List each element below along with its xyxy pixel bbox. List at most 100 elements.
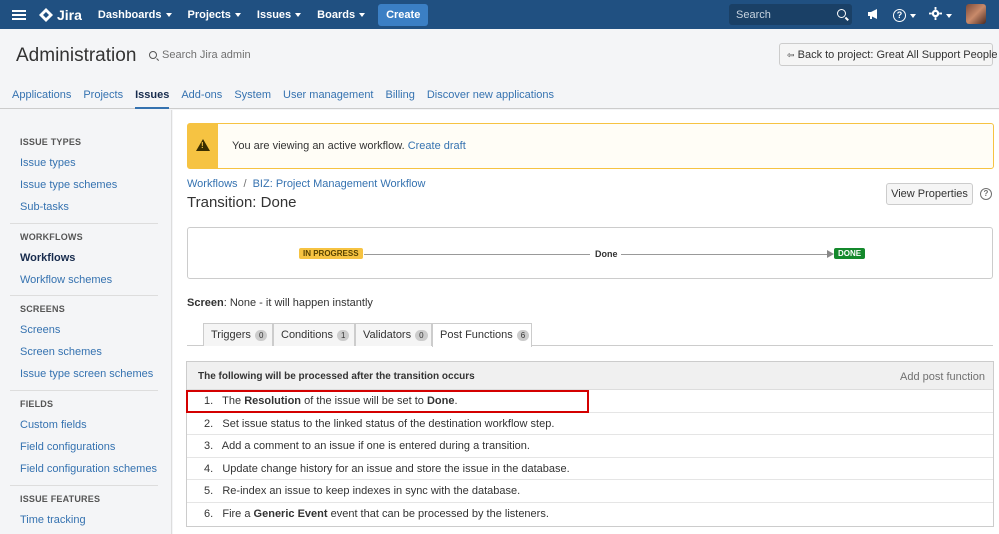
tab-add-ons[interactable]: Add-ons [181, 81, 222, 109]
row-text: of the issue will be set to [301, 395, 427, 407]
tab-issues[interactable]: Issues [135, 81, 170, 109]
transition-line [621, 254, 828, 255]
row-bold: Done [426, 395, 455, 407]
warning-icon [196, 139, 210, 151]
jira-logo[interactable]: Jira [39, 7, 82, 23]
tab-post-functions[interactable]: Post Functions 6 [432, 323, 532, 347]
nav-projects[interactable]: Projects [188, 9, 241, 21]
sidebar-item-time-tracking[interactable]: Time tracking [10, 509, 158, 531]
help-menu[interactable]: ? [893, 7, 916, 22]
transition-name: Done [593, 249, 620, 259]
tab-triggers[interactable]: Triggers 0 [203, 323, 273, 346]
sidebar-item-issue-types[interactable]: Issue types [10, 152, 158, 174]
view-properties-button[interactable]: View Properties [886, 183, 973, 205]
row-text: Update change history for an issue and s… [222, 462, 570, 475]
settings-menu[interactable] [929, 7, 952, 21]
create-draft-link[interactable]: Create draft [408, 140, 466, 152]
post-functions-header: The following will be processed after th… [187, 362, 993, 390]
global-search-input[interactable]: Search [729, 4, 852, 25]
chevron-down-icon [234, 12, 241, 17]
nav-dashboards[interactable]: Dashboards [98, 9, 172, 21]
count-badge: 0 [254, 330, 268, 341]
sidebar-item-sub-tasks[interactable]: Sub-tasks [10, 196, 158, 218]
breadcrumb-separator: / [243, 178, 247, 190]
create-button[interactable]: Create [378, 3, 429, 26]
back-to-project-button[interactable]: ⇦ Back to project: Great All Support Peo… [779, 43, 998, 66]
page-title: Administration [16, 45, 137, 66]
sidebar-heading: SCREENS [20, 304, 65, 314]
tab-label: Triggers [211, 329, 251, 341]
sidebar-item-workflows[interactable]: Workflows [10, 247, 158, 269]
sidebar-item-field-configurations[interactable]: Field configurations [10, 436, 158, 458]
sidebar-item-workflow-schemes[interactable]: Workflow schemes [10, 269, 158, 291]
sidebar-heading: FIELDS [20, 399, 54, 409]
user-avatar[interactable] [966, 4, 986, 24]
breadcrumb: Workflows / BIZ: Project Management Workfl… [187, 178, 425, 190]
add-post-function-link[interactable]: Add post function [900, 371, 985, 383]
sidebar-divider [10, 223, 158, 224]
tab-conditions[interactable]: Conditions 1 [273, 323, 355, 346]
tab-user-management[interactable]: User management [283, 81, 374, 109]
post-function-row: 4. Update change history for an issue an… [187, 458, 993, 481]
help-icon: ? [893, 9, 906, 22]
sidebar-divider [10, 390, 158, 391]
sidebar-item-issue-type-screen-schemes[interactable]: Issue type screen schemes [10, 363, 158, 385]
tab-billing[interactable]: Billing [386, 81, 415, 109]
row-number: 4. [204, 462, 214, 475]
row-number: 2. [204, 417, 214, 430]
row-text: Set issue status to the linked status of… [222, 417, 555, 430]
arrow-right-icon [827, 250, 834, 258]
status-lozenge-from: IN PROGRESS [299, 248, 363, 259]
tab-label: Conditions [281, 329, 333, 341]
nav-boards[interactable]: Boards [317, 8, 366, 21]
sidebar-section-issue-types: ISSUE TYPES Issue types Issue type schem… [10, 137, 158, 218]
warning-message: You are viewing an active workflow. Crea… [232, 140, 466, 152]
row-text: The [222, 395, 245, 407]
sidebar-item-field-configuration-schemes[interactable]: Field configuration schemes [10, 458, 158, 480]
row-text: Re-index an issue to keep indexes in syn… [222, 485, 521, 498]
screen-value: : None - it will happen instantly [223, 297, 373, 309]
nav-label: Boards [317, 8, 356, 21]
sidebar-section-fields: FIELDS Custom fields Field configuration… [10, 399, 158, 480]
chevron-down-icon [946, 14, 952, 18]
megaphone-icon[interactable] [866, 7, 880, 21]
chevron-down-icon [910, 14, 916, 18]
gear-icon [929, 7, 942, 20]
nav-label: Issues [256, 8, 292, 21]
post-functions-heading: The following will be processed after th… [198, 371, 475, 382]
sidebar-heading: ISSUE FEATURES [20, 494, 101, 504]
nav-label: Dashboards [97, 8, 162, 21]
chevron-down-icon [295, 12, 302, 17]
row-number: 1. [204, 395, 214, 407]
search-icon [837, 9, 846, 18]
tab-discover-applications[interactable]: Discover new applications [427, 81, 554, 109]
app-switcher-icon[interactable] [12, 9, 26, 20]
nav-issues[interactable]: Issues [256, 8, 302, 21]
tab-system[interactable]: System [234, 81, 271, 109]
tab-validators[interactable]: Validators 0 [355, 323, 432, 346]
tab-applications[interactable]: Applications [12, 81, 71, 109]
search-icon [149, 51, 157, 59]
sidebar-item-custom-fields[interactable]: Custom fields [10, 414, 158, 436]
tab-projects[interactable]: Projects [83, 81, 123, 109]
nav-label: Projects [187, 8, 231, 21]
tab-label: Post Functions [440, 329, 513, 341]
sidebar-item-issue-type-schemes[interactable]: Issue type schemes [10, 174, 158, 196]
transition-line [364, 254, 590, 255]
active-workflow-warning: You are viewing an active workflow. Crea… [187, 123, 994, 169]
screen-info: Screen: None - it will happen instantly [187, 297, 373, 309]
sidebar-item-screen-schemes[interactable]: Screen schemes [10, 341, 158, 363]
post-function-row: 1. The Resolution of the issue will be s… [187, 390, 993, 413]
row-bold: Generic Event [253, 507, 328, 520]
breadcrumb-workflow-name[interactable]: BIZ: Project Management Workflow [253, 178, 426, 190]
count-badge: 0 [415, 330, 428, 341]
post-function-row: 2. Set issue status to the linked status… [187, 413, 993, 436]
row-text: Fire a [222, 507, 254, 520]
sidebar-section-screens: SCREENS Screens Screen schemes Issue typ… [10, 304, 158, 385]
help-icon[interactable]: ? [980, 188, 992, 200]
breadcrumb-workflows[interactable]: Workflows [187, 178, 238, 190]
admin-search-link[interactable]: Search Jira admin [149, 49, 251, 61]
admin-header: Administration Search Jira admin ⇦ Back … [0, 29, 999, 81]
sidebar-item-screens[interactable]: Screens [10, 319, 158, 341]
top-navigation-bar: Jira Dashboards Projects Issues Boards C… [0, 0, 999, 29]
